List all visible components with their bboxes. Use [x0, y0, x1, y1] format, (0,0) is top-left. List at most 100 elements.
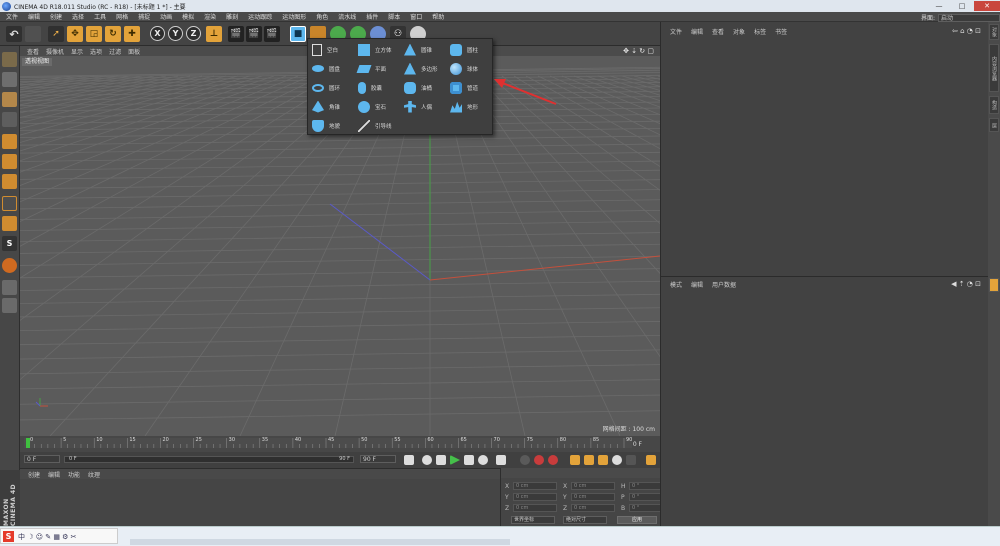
menu-snap[interactable]: 捕捉: [138, 12, 150, 21]
tab-content-browser[interactable]: 内容浏览器: [989, 44, 999, 92]
attr-menu-userdata[interactable]: 用户数据: [712, 280, 736, 289]
menu-cube[interactable]: 立方体: [358, 41, 392, 58]
start-frame-field[interactable]: 0 F: [24, 455, 60, 463]
key-param-icon[interactable]: [612, 455, 622, 465]
coord-size-y-field[interactable]: 0 cm: [571, 493, 615, 501]
menu-character[interactable]: 角色: [316, 12, 328, 21]
coord-size-x-field[interactable]: 0 cm: [571, 482, 615, 490]
motion-record-icon[interactable]: [520, 455, 530, 465]
viewport-nav-icons[interactable]: ✥ ⇣ ↻ ▢: [623, 47, 654, 55]
coord-pos-y-field[interactable]: 0 cm: [513, 493, 557, 501]
menu-platonic[interactable]: 宝石: [358, 98, 386, 115]
y-axis-lock-icon[interactable]: Y: [168, 26, 183, 41]
render-view-icon[interactable]: 🎬: [228, 26, 244, 42]
input-method-bar[interactable]: S 中 ☽ ☺ ✎ ▦ ⚙ ✂: [0, 528, 118, 544]
viewport-menu-filter[interactable]: 过滤: [109, 47, 121, 56]
texture-mode-icon[interactable]: [2, 92, 17, 107]
material-menu-create[interactable]: 创建: [28, 470, 40, 479]
key-rotation-icon[interactable]: [598, 455, 608, 465]
menu-animate[interactable]: 动画: [160, 12, 172, 21]
rotate-icon[interactable]: ↻: [105, 26, 121, 42]
goto-start-icon[interactable]: [404, 455, 414, 465]
attr-menu-mode[interactable]: 模式: [670, 280, 682, 289]
undo-icon[interactable]: ↶: [6, 26, 22, 42]
menu-edit[interactable]: 编辑: [28, 12, 40, 21]
menu-cone[interactable]: 圆锥: [404, 41, 432, 58]
menu-pipeline[interactable]: 流水线: [338, 12, 356, 21]
menu-plugins[interactable]: 插件: [366, 12, 378, 21]
polygons-mode-icon[interactable]: [2, 174, 17, 189]
menu-help[interactable]: 帮助: [432, 12, 444, 21]
menu-capsule[interactable]: 胶囊: [358, 79, 382, 96]
menu-tube[interactable]: 管道: [450, 79, 478, 96]
tab-layer[interactable]: 层: [989, 118, 999, 132]
viewport-menu-panel[interactable]: 面板: [128, 47, 140, 56]
menu-sphere[interactable]: 球体: [450, 60, 478, 77]
menu-select[interactable]: 选择: [72, 12, 84, 21]
menu-pyramid[interactable]: 角锥: [312, 98, 340, 115]
workplane-icon[interactable]: [2, 112, 17, 127]
animation-lock-icon[interactable]: [2, 258, 17, 273]
menu-motion-tracking[interactable]: 运动跟踪: [248, 12, 272, 21]
viewport-menu-display[interactable]: 显示: [71, 47, 83, 56]
key-position-icon[interactable]: [570, 455, 580, 465]
goto-end-icon[interactable]: [496, 455, 506, 465]
coord-mode-select[interactable]: 世界坐标: [511, 516, 555, 524]
recent-tool-icon[interactable]: ✚: [124, 26, 140, 42]
next-key-icon[interactable]: [478, 455, 488, 465]
tab-attributes-marker[interactable]: [989, 278, 999, 292]
model-mode-icon[interactable]: [2, 72, 17, 87]
menu-landscape[interactable]: 地形: [450, 98, 478, 115]
timeline[interactable]: 0 5 10 15 20 25 30 35 40 45 50 55 60 65 70 75 80 85 90 0 F: [20, 436, 660, 452]
close-button[interactable]: ✕: [974, 1, 1000, 11]
menu-oil-tank[interactable]: 油桶: [404, 79, 432, 96]
tab-structure[interactable]: 构造: [989, 96, 999, 114]
key-scale-icon[interactable]: [584, 455, 594, 465]
menu-sculpt[interactable]: 雕刻: [226, 12, 238, 21]
end-frame-field[interactable]: 90 F: [360, 455, 396, 463]
menu-cylinder[interactable]: 圆柱: [450, 41, 478, 58]
scale-icon[interactable]: ◲: [86, 26, 102, 42]
menu-create[interactable]: 创建: [50, 12, 62, 21]
render-picture-viewer-icon[interactable]: 🎬: [246, 26, 262, 42]
coordinate-system-icon[interactable]: ⊥: [206, 26, 222, 42]
object-menu-objects[interactable]: 对象: [733, 27, 745, 36]
object-menu-edit[interactable]: 编辑: [691, 27, 703, 36]
menu-disc[interactable]: 圆盘: [312, 60, 340, 77]
render-settings-icon[interactable]: 🎬: [264, 26, 280, 42]
next-frame-icon[interactable]: [464, 455, 474, 465]
key-pla-icon[interactable]: [626, 455, 636, 465]
viewport-menu-camera[interactable]: 摄像机: [46, 47, 64, 56]
redo-icon[interactable]: [25, 26, 41, 42]
layers-icon[interactable]: [2, 298, 17, 313]
menu-relief[interactable]: 地貌: [312, 117, 340, 134]
prev-frame-icon[interactable]: [436, 455, 446, 465]
play-icon[interactable]: [450, 455, 460, 465]
menu-script[interactable]: 脚本: [388, 12, 400, 21]
menu-simulate[interactable]: 模拟: [182, 12, 194, 21]
z-axis-lock-icon[interactable]: Z: [186, 26, 201, 41]
menu-figure[interactable]: 人偶: [404, 98, 432, 115]
menu-guide[interactable]: 引导线: [358, 117, 392, 134]
menu-file[interactable]: 文件: [6, 12, 18, 21]
menu-torus[interactable]: 圆环: [312, 79, 340, 96]
material-menu-texture[interactable]: 纹理: [88, 470, 100, 479]
menu-polygon[interactable]: 多边形: [404, 60, 438, 77]
viewport-menu-view[interactable]: 查看: [27, 47, 39, 56]
snap-icon[interactable]: S: [2, 236, 17, 251]
timeline-menu-icon[interactable]: [646, 455, 656, 465]
x-axis-lock-icon[interactable]: X: [150, 26, 165, 41]
workplane-grid-icon[interactable]: [2, 280, 17, 295]
object-menu-view[interactable]: 查看: [712, 27, 724, 36]
coord-size-z-field[interactable]: 0 cm: [571, 504, 615, 512]
preview-range-slider[interactable]: 0 F 90 F: [64, 456, 354, 463]
live-select-icon[interactable]: ➚: [48, 26, 64, 42]
minimize-button[interactable]: —: [928, 1, 950, 11]
tweak-mode-icon[interactable]: [2, 216, 17, 231]
move-icon[interactable]: ✥: [67, 26, 83, 42]
object-menu-tags[interactable]: 标签: [754, 27, 766, 36]
object-menu-bookmarks[interactable]: 书签: [775, 27, 787, 36]
attr-menu-edit[interactable]: 编辑: [691, 280, 703, 289]
prev-key-icon[interactable]: [422, 455, 432, 465]
coord-pos-x-field[interactable]: 0 cm: [513, 482, 557, 490]
